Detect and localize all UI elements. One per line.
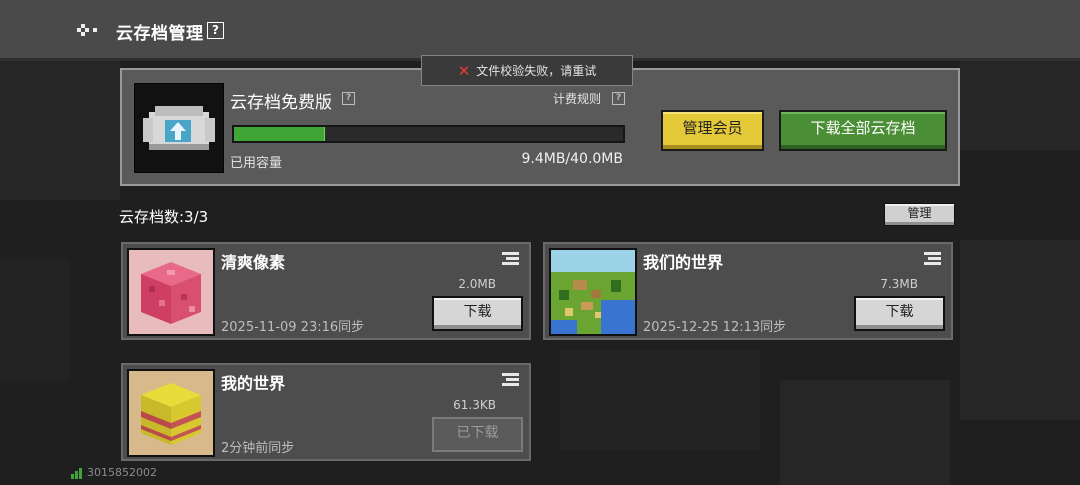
plan-help-icon[interactable]: ? [342, 92, 355, 105]
save-card[interactable]: 清爽像素 2.0MB 2025-11-09 23:16同步 下载 [121, 242, 531, 340]
menu-icon[interactable] [502, 252, 519, 266]
save-thumbnail [549, 248, 637, 336]
save-sync-time: 2025-11-09 23:16同步 [221, 320, 365, 335]
save-name: 我们的世界 [643, 253, 724, 272]
billing-help-icon[interactable]: ? [612, 92, 625, 105]
page-title: 云存档管理 [116, 24, 204, 44]
downloaded-button: 已下载 [432, 417, 523, 452]
storage-progress-bar [232, 125, 625, 143]
save-size: 2.0MB [458, 277, 496, 291]
manage-button[interactable]: 管理 [884, 203, 955, 226]
menu-icon[interactable] [502, 373, 519, 387]
download-button[interactable]: 下载 [854, 296, 945, 331]
manage-member-button[interactable]: 管理会员 [661, 110, 764, 151]
top-bar: 云存档管理 ? [0, 0, 1080, 61]
save-sync-time: 2025-12-25 12:13同步 [643, 320, 787, 335]
save-name: 清爽像素 [221, 253, 286, 272]
plan-name: 云存档免费版 [230, 93, 332, 113]
download-button[interactable]: 下载 [432, 296, 523, 331]
save-count: 云存档数:3/3 [119, 208, 209, 226]
save-size: 7.3MB [880, 277, 918, 291]
billing-rules-link[interactable]: 计费规则 [553, 90, 601, 107]
save-thumbnail [127, 369, 215, 457]
save-sync-time: 2分钟前同步 [221, 441, 295, 456]
error-toast: ✕ 文件校验失败，请重试 [421, 55, 633, 86]
save-size: 61.3KB [453, 398, 496, 412]
download-all-button[interactable]: 下载全部云存档 [779, 110, 947, 151]
cloud-upload-icon [134, 83, 224, 173]
storage-progress-fill [234, 127, 326, 141]
save-name: 我的世界 [221, 374, 286, 393]
user-id: 3015852002 [87, 466, 157, 479]
help-icon[interactable]: ? [207, 22, 224, 39]
save-card[interactable]: 我的世界 61.3KB 2分钟前同步 已下载 [121, 363, 531, 461]
error-x-icon: ✕ [457, 61, 471, 80]
menu-icon[interactable] [924, 252, 941, 266]
toast-message: 文件校验失败，请重试 [476, 64, 597, 78]
signal-icon [71, 468, 82, 479]
back-icon[interactable] [74, 20, 100, 40]
used-capacity-label: 已用容量 [230, 156, 283, 171]
save-thumbnail [127, 248, 215, 336]
save-card[interactable]: 我们的世界 7.3MB 2025-12-25 12:13同步 下载 [543, 242, 953, 340]
used-capacity-value: 9.4MB/40.0MB [521, 151, 623, 167]
